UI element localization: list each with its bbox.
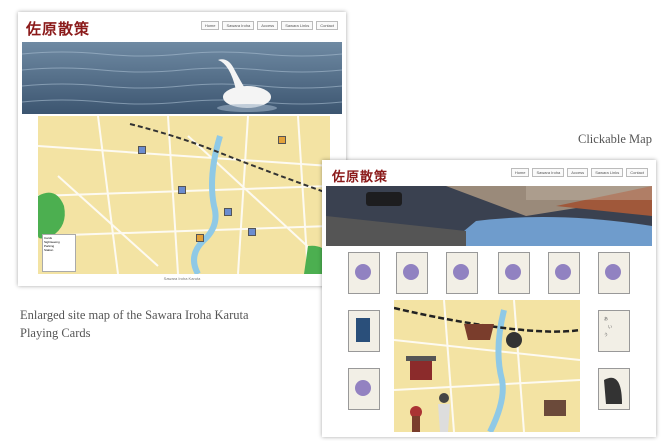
map-pin[interactable]: [248, 228, 256, 236]
map-legend: Cards Sightseeing Parking Station: [42, 234, 76, 272]
nav-access[interactable]: Access: [257, 21, 279, 30]
map-drawing: [394, 300, 580, 432]
right-caption: Clickable Map: [578, 132, 652, 146]
nav-links[interactable]: Sawara Links: [281, 21, 314, 30]
karuta-card[interactable]: [598, 252, 630, 294]
site-logo[interactable]: 佐原散策: [26, 18, 90, 39]
nav-iroha[interactable]: Sawara Iroha: [222, 21, 255, 30]
site-logo[interactable]: 佐原散策: [332, 166, 388, 185]
karuta-card[interactable]: [598, 310, 630, 352]
nav-home[interactable]: Home: [200, 21, 220, 30]
left-caption-line2: Playing Cards: [20, 326, 91, 340]
map-footer-text: Sawara Iroha Karuta: [163, 276, 201, 281]
site-nav: Home Sawara Iroha Access Sawara Links Co…: [200, 21, 338, 30]
left-caption-line1: Enlarged site map of the Sawara Iroha Ka…: [20, 308, 249, 322]
karuta-card[interactable]: [396, 252, 428, 294]
map-pin[interactable]: [278, 136, 286, 144]
hero-swan-image: [22, 42, 342, 114]
hero-canal-image: [326, 186, 652, 246]
right-site-screenshot: 佐原散策 Home Sawara Iroha Access Sawara Lin…: [322, 160, 656, 437]
karuta-card[interactable]: [548, 252, 580, 294]
karuta-card[interactable]: [348, 310, 380, 352]
map-pin[interactable]: [138, 146, 146, 154]
map-pin[interactable]: [224, 208, 232, 216]
nav-contact[interactable]: Contact: [626, 168, 648, 177]
karuta-card[interactable]: [598, 368, 630, 410]
left-caption: Enlarged site map of the Sawara Iroha Ka…: [20, 306, 249, 342]
nav-links[interactable]: Sawara Links: [591, 168, 624, 177]
map-drawing: [38, 116, 330, 274]
nav-contact[interactable]: Contact: [316, 21, 338, 30]
karuta-card[interactable]: [446, 252, 478, 294]
nav-access[interactable]: Access: [567, 168, 589, 177]
karuta-card[interactable]: [348, 368, 380, 410]
left-site-screenshot: 佐原散策 Home Sawara Iroha Access Sawara Lin…: [18, 12, 346, 286]
nav-home[interactable]: Home: [510, 168, 530, 177]
site-map[interactable]: Cards Sightseeing Parking Station: [38, 116, 330, 274]
map-pin[interactable]: [178, 186, 186, 194]
karuta-card[interactable]: [498, 252, 530, 294]
site-nav: Home Sawara Iroha Access Sawara Links Co…: [510, 168, 648, 177]
clickable-map[interactable]: [394, 300, 580, 432]
nav-iroha[interactable]: Sawara Iroha: [532, 168, 565, 177]
legend-item: Station: [44, 248, 54, 252]
map-pin[interactable]: [196, 234, 204, 242]
karuta-card[interactable]: [348, 252, 380, 294]
